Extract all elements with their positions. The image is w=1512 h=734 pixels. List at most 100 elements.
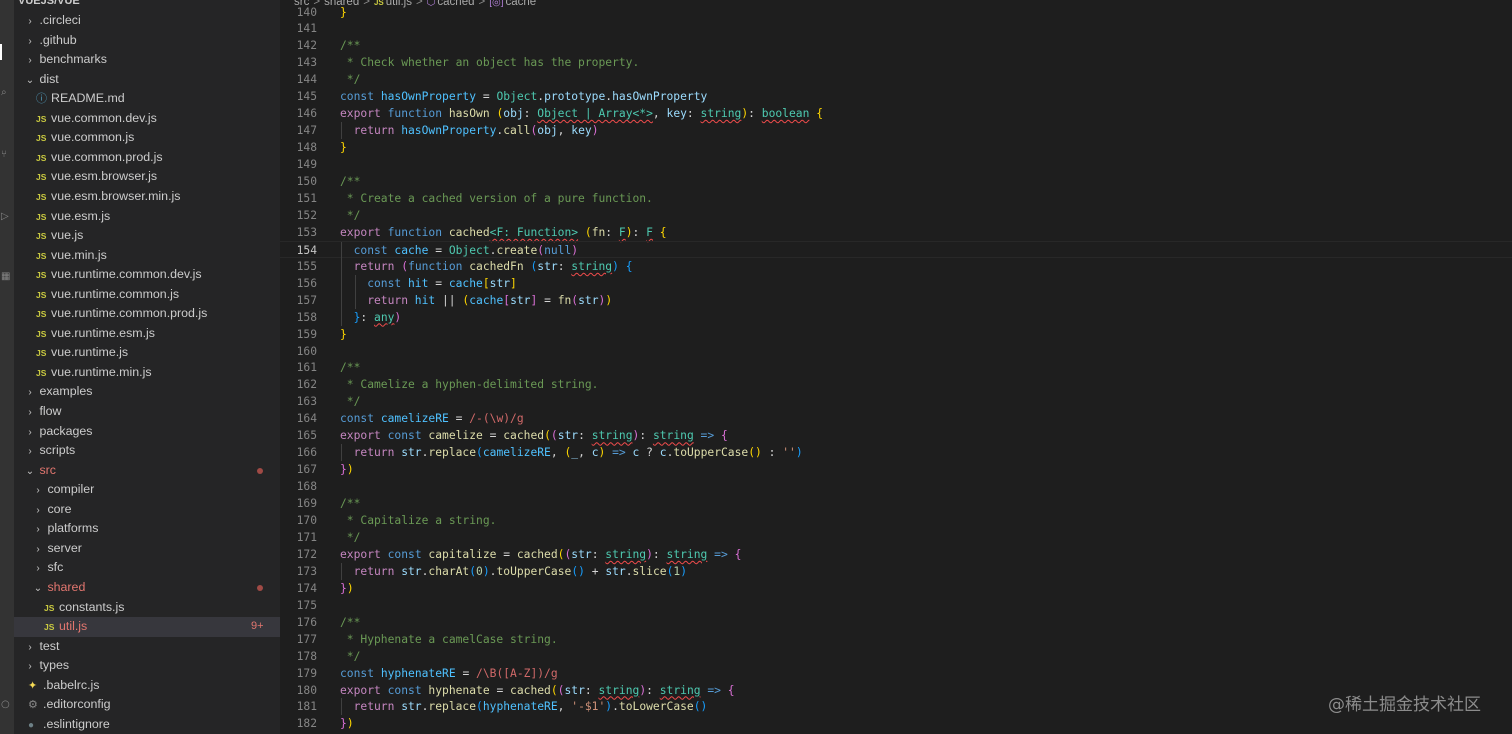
code-line[interactable]: 182}) [280,715,1512,732]
tree-folder[interactable]: › types [14,656,280,676]
code-line[interactable]: 164 const camelizeRE = /-(\w)/g [280,410,1512,427]
code-line[interactable]: 146 export function hasOwn (obj: Object |… [280,105,1512,122]
code-line[interactable]: 149 [280,156,1512,173]
code-line[interactable]: 143 * Check whether an object has the pr… [280,54,1512,71]
code-line[interactable]: 148} [280,139,1512,156]
tree-file[interactable]: JS vue.min.js [14,246,280,266]
tree-folder[interactable]: ⌄ shared [14,578,280,598]
tree-file[interactable]: JS vue.common.prod.js [14,148,280,168]
extensions-icon[interactable]: ▦ [1,272,11,282]
tree-file[interactable]: ● .eslintignore [14,715,280,734]
tree-file[interactable]: ⓘ README.md [14,89,280,109]
tree-file[interactable]: JS util.js 9+ [14,617,280,637]
tree-file[interactable]: JS vue.runtime.js [14,343,280,363]
tree-folder[interactable]: › .github [14,31,280,51]
code-line[interactable]: 150 /** [280,173,1512,190]
tree-folder[interactable]: › .circleci [14,11,280,31]
run-debug-icon[interactable]: ▷ [1,212,11,222]
chevron-right-icon[interactable]: › [32,481,44,501]
tree-folder[interactable]: › examples [14,382,280,402]
code-line[interactable]: 165 export const camelize = cached((str: … [280,427,1512,444]
code-line[interactable]: 166 return str.replace(camelizeRE, (_, c)… [280,444,1512,462]
chevron-down-icon[interactable]: ⌄ [24,71,36,91]
code-line[interactable]: 151 * Create a cached version of a pure … [280,190,1512,207]
code-line[interactable]: 162 * Camelize a hyphen-delimited string… [280,376,1512,393]
code-line[interactable]: 169 /** [280,495,1512,512]
chevron-right-icon[interactable]: › [24,403,36,423]
chevron-right-icon[interactable]: › [24,32,36,52]
code-line[interactable]: 177 * Hyphenate a camelCase string. [280,631,1512,648]
code-editor[interactable]: 140} 141 142/** 143 * Check whether an obje… [280,0,1512,734]
code-line[interactable]: 158}: any) [280,308,1512,326]
tree-folder[interactable]: › scripts [14,441,280,461]
tree-file[interactable]: JS vue.esm.browser.min.js [14,187,280,207]
code-line[interactable]: 153 export function cached<F: Function> (… [280,224,1512,241]
tree-file[interactable]: JS vue.js [14,226,280,246]
code-line[interactable]: 154 const cache = Object.create(null) [280,240,1512,259]
tree-file[interactable]: JS vue.runtime.common.prod.js [14,304,280,324]
code-line[interactable]: 152 */ [280,207,1512,224]
chevron-right-icon[interactable]: › [24,638,36,658]
tree-folder[interactable]: › platforms [14,519,280,539]
tree-file[interactable]: ⚙ .editorconfig [14,695,280,715]
code-line[interactable]: 155 return (function cachedFn (str: strin… [280,257,1512,275]
account-icon[interactable]: ○ [1,700,11,710]
code-line[interactable]: 179 const hyphenateRE = /\B([A-Z])/g [280,665,1512,682]
code-line[interactable]: 142 /** [280,37,1512,54]
tree-file[interactable]: JS vue.common.js [14,128,280,148]
code-line[interactable]: 163 */ [280,393,1512,410]
code-line[interactable]: 170 * Capitalize a string. [280,512,1512,529]
code-line[interactable]: 173 return str.charAt(0).toUpperCase() + … [280,562,1512,580]
code-line[interactable]: 161 /** [280,359,1512,376]
chevron-right-icon[interactable]: › [32,501,44,521]
tree-file[interactable]: JS vue.esm.browser.js [14,167,280,187]
code-line[interactable]: 167}) [280,461,1512,478]
chevron-down-icon[interactable]: ⌄ [24,462,36,482]
tree-folder[interactable]: ⌄ src [14,461,280,481]
tree-file[interactable]: JS vue.runtime.min.js [14,363,280,383]
tree-folder[interactable]: › flow [14,402,280,422]
chevron-right-icon[interactable]: › [24,657,36,677]
tree-file[interactable]: JS vue.common.dev.js [14,109,280,129]
tree-file[interactable]: JS vue.runtime.common.dev.js [14,265,280,285]
tree-file[interactable]: JS vue.runtime.common.js [14,285,280,305]
tree-file[interactable]: JS vue.runtime.esm.js [14,324,280,344]
chevron-right-icon[interactable]: › [32,559,44,579]
source-control-icon[interactable]: ⑂ [1,150,11,160]
chevron-down-icon[interactable]: ⌄ [32,579,44,599]
tree-folder[interactable]: › compiler [14,480,280,500]
tree-folder[interactable]: › benchmarks [14,50,280,70]
explorer-root-title[interactable]: VUEJS/VUE [18,0,80,8]
code-line[interactable]: 171 */ [280,529,1512,546]
code-line[interactable]: 175 [280,597,1512,614]
tree-folder[interactable]: ⌄ dist [14,70,280,90]
tree-file[interactable]: JS vue.esm.js [14,207,280,227]
code-line[interactable]: 157 return hit || (cache[str] = fn(str)) [280,291,1512,309]
chevron-right-icon[interactable]: › [24,383,36,403]
tree-file[interactable]: JS constants.js [14,598,280,618]
tree-folder[interactable]: › core [14,500,280,520]
code-line[interactable]: 176 /** [280,614,1512,631]
chevron-right-icon[interactable]: › [24,51,36,71]
tree-folder[interactable]: › server [14,539,280,559]
code-line[interactable]: 156 const hit = cache[str] [280,274,1512,292]
code-line[interactable]: 168 [280,478,1512,495]
code-line[interactable]: 160 [280,343,1512,360]
code-line[interactable]: 159} [280,326,1512,343]
code-line[interactable]: 145 const hasOwnProperty = Object.prototy… [280,88,1512,105]
chevron-right-icon[interactable]: › [24,423,36,443]
code-line[interactable]: 178 */ [280,648,1512,665]
tree-folder[interactable]: › sfc [14,558,280,578]
chevron-right-icon[interactable]: › [24,442,36,462]
search-icon[interactable]: ⌕ [1,88,11,98]
code-line[interactable]: 174}) [280,580,1512,597]
chevron-right-icon[interactable]: › [24,12,36,32]
code-line[interactable]: 141 [280,20,1512,37]
tree-folder[interactable]: › packages [14,422,280,442]
chevron-right-icon[interactable]: › [32,520,44,540]
code-line[interactable]: 140} [280,4,1512,21]
tree-file[interactable]: ✦ .babelrc.js [14,676,280,696]
tree-folder[interactable]: › test [14,637,280,657]
chevron-right-icon[interactable]: › [32,540,44,560]
code-line[interactable]: 172 export const capitalize = cached((str… [280,546,1512,563]
